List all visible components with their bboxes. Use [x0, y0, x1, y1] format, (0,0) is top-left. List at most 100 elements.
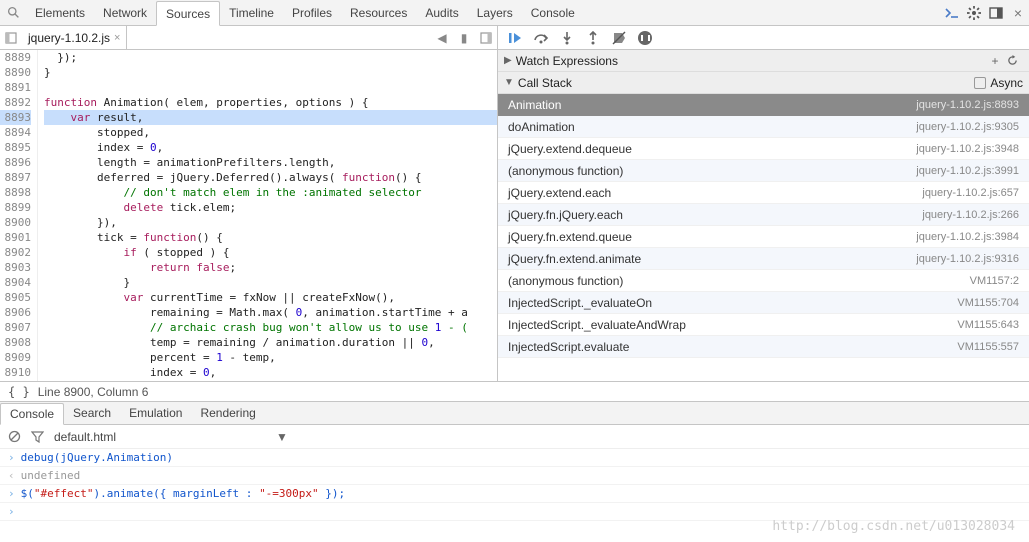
frame-location: VM1157:2 — [970, 275, 1019, 287]
call-stack-title: Call Stack — [518, 76, 572, 90]
pretty-print-icon[interactable]: { } — [8, 385, 30, 399]
async-checkbox[interactable] — [974, 77, 986, 89]
show-debugger-icon[interactable] — [475, 32, 497, 44]
frame-name: jQuery.fn.jQuery.each — [508, 208, 922, 222]
dock-icon[interactable] — [985, 7, 1007, 19]
stack-frame[interactable]: jQuery.extend.eachjquery-1.10.2.js:657 — [498, 182, 1029, 204]
frame-location: jquery-1.10.2.js:8893 — [916, 99, 1019, 111]
console-line: ›$("#effect").animate({ marginLeft : "-=… — [0, 485, 1029, 503]
tab-elements[interactable]: Elements — [26, 0, 94, 25]
stack-frame[interactable]: jQuery.fn.extend.animatejquery-1.10.2.js… — [498, 248, 1029, 270]
tab-layers[interactable]: Layers — [468, 0, 522, 25]
tab-network[interactable]: Network — [94, 0, 156, 25]
tab-resources[interactable]: Resources — [341, 0, 416, 25]
show-navigator-icon[interactable] — [0, 32, 22, 44]
stack-frame[interactable]: jQuery.fn.jQuery.eachjquery-1.10.2.js:26… — [498, 204, 1029, 226]
line-gutter[interactable]: 8889889088918892889388948895889688978898… — [0, 50, 38, 381]
close-icon[interactable]: × — [1007, 5, 1029, 21]
frame-name: (anonymous function) — [508, 164, 916, 178]
deactivate-breakpoints-icon[interactable] — [606, 31, 632, 45]
frame-name: InjectedScript.evaluate — [508, 340, 957, 354]
workarea: 8889889088918892889388948895889688978898… — [0, 50, 1029, 382]
file-tab-bar: jquery-1.10.2.js × ◀ ▮ — [0, 26, 1029, 50]
refresh-watch-icon[interactable] — [1007, 55, 1023, 66]
frame-name: (anonymous function) — [508, 274, 970, 288]
devtools-tab-bar: ElementsNetworkSourcesTimelineProfilesRe… — [0, 0, 1029, 26]
frame-name: jQuery.extend.each — [508, 186, 922, 200]
console-line: ‹undefined — [0, 467, 1029, 485]
frame-location: jquery-1.10.2.js:9316 — [916, 253, 1019, 265]
watch-expressions-header[interactable]: ▶ Watch Expressions + — [498, 50, 1029, 72]
frame-name: jQuery.fn.extend.animate — [508, 252, 916, 266]
history-forward-icon[interactable]: ▮ — [453, 31, 475, 45]
console-output[interactable]: ›debug(jQuery.Animation)‹undefined›$("#e… — [0, 449, 1029, 521]
editor-status-bar: { } Line 8900, Column 6 — [0, 382, 1029, 402]
watch-expressions-title: Watch Expressions — [516, 54, 618, 68]
search-icon[interactable] — [0, 6, 26, 19]
drawer-tab-emulation[interactable]: Emulation — [120, 402, 191, 424]
return-icon: ‹ — [8, 469, 15, 482]
debugger-sidebar: ▶ Watch Expressions + ▼ Call Stack Async… — [498, 50, 1029, 381]
tab-audits[interactable]: Audits — [416, 0, 467, 25]
frame-location: VM1155:643 — [957, 319, 1019, 331]
async-label: Async — [990, 76, 1023, 90]
stack-frame[interactable]: InjectedScript._evaluateOnVM1155:704 — [498, 292, 1029, 314]
stack-frame[interactable]: jQuery.extend.dequeuejquery-1.10.2.js:39… — [498, 138, 1029, 160]
file-tab[interactable]: jquery-1.10.2.js × — [22, 26, 127, 49]
stack-frame[interactable]: jQuery.fn.extend.queuejquery-1.10.2.js:3… — [498, 226, 1029, 248]
console-context[interactable]: default.html — [54, 430, 116, 444]
frame-name: InjectedScript._evaluateAndWrap — [508, 318, 957, 332]
code-area[interactable]: });} function Animation( elem, propertie… — [38, 50, 497, 381]
tab-sources[interactable]: Sources — [156, 1, 220, 26]
stack-frame[interactable]: Animationjquery-1.10.2.js:8893 — [498, 94, 1029, 116]
tab-timeline[interactable]: Timeline — [220, 0, 283, 25]
add-watch-icon[interactable]: + — [987, 54, 1003, 68]
frame-location: jquery-1.10.2.js:3984 — [916, 231, 1019, 243]
step-out-icon[interactable] — [580, 31, 606, 45]
frame-location: VM1155:557 — [957, 341, 1019, 353]
prompt-icon[interactable]: › — [8, 505, 15, 518]
source-editor: 8889889088918892889388948895889688978898… — [0, 50, 498, 381]
call-stack-header[interactable]: ▼ Call Stack Async — [498, 72, 1029, 94]
expand-icon[interactable]: ▶ — [504, 55, 512, 66]
stack-frame[interactable]: doAnimationjquery-1.10.2.js:9305 — [498, 116, 1029, 138]
resume-icon[interactable] — [502, 31, 528, 45]
pause-on-exceptions-icon[interactable] — [632, 31, 658, 45]
frame-name: doAnimation — [508, 120, 916, 134]
settings-icon[interactable] — [963, 6, 985, 20]
tab-profiles[interactable]: Profiles — [283, 0, 341, 25]
step-over-icon[interactable] — [528, 31, 554, 45]
context-dropdown-icon[interactable]: ▼ — [276, 430, 288, 444]
stack-frame[interactable]: InjectedScript.evaluateVM1155:557 — [498, 336, 1029, 358]
drawer-tab-bar: ConsoleSearchEmulationRendering — [0, 402, 1029, 425]
frame-location: jquery-1.10.2.js:3948 — [916, 143, 1019, 155]
frame-location: jquery-1.10.2.js:657 — [922, 187, 1019, 199]
console-line[interactable]: › — [0, 503, 1029, 521]
frame-location: VM1155:704 — [957, 297, 1019, 309]
frame-name: jQuery.fn.extend.queue — [508, 230, 916, 244]
tab-console[interactable]: Console — [522, 0, 584, 25]
watermark: http://blog.csdn.net/u013028034 — [772, 519, 1015, 534]
clear-console-icon[interactable] — [8, 430, 21, 443]
close-tab-icon[interactable]: × — [114, 32, 120, 44]
history-back-icon[interactable]: ◀ — [431, 31, 453, 45]
stack-frame[interactable]: (anonymous function)jquery-1.10.2.js:399… — [498, 160, 1029, 182]
filter-icon[interactable] — [31, 431, 44, 443]
collapse-icon[interactable]: ▼ — [504, 77, 514, 88]
frame-name: InjectedScript._evaluateOn — [508, 296, 957, 310]
call-stack-list: Animationjquery-1.10.2.js:8893doAnimatio… — [498, 94, 1029, 358]
drawer-tab-console[interactable]: Console — [0, 403, 64, 425]
frame-location: jquery-1.10.2.js:3991 — [916, 165, 1019, 177]
drawer-tab-search[interactable]: Search — [64, 402, 120, 424]
stack-frame[interactable]: (anonymous function)VM1157:2 — [498, 270, 1029, 292]
file-tab-name: jquery-1.10.2.js — [28, 31, 110, 45]
step-into-icon[interactable] — [554, 31, 580, 45]
prompt-icon: › — [8, 487, 15, 500]
frame-location: jquery-1.10.2.js:266 — [922, 209, 1019, 221]
frame-name: Animation — [508, 98, 916, 112]
prompt-icon: › — [8, 451, 15, 464]
console-toolbar: default.html ▼ — [0, 425, 1029, 449]
show-console-icon[interactable] — [941, 7, 963, 19]
stack-frame[interactable]: InjectedScript._evaluateAndWrapVM1155:64… — [498, 314, 1029, 336]
drawer-tab-rendering[interactable]: Rendering — [191, 402, 264, 424]
